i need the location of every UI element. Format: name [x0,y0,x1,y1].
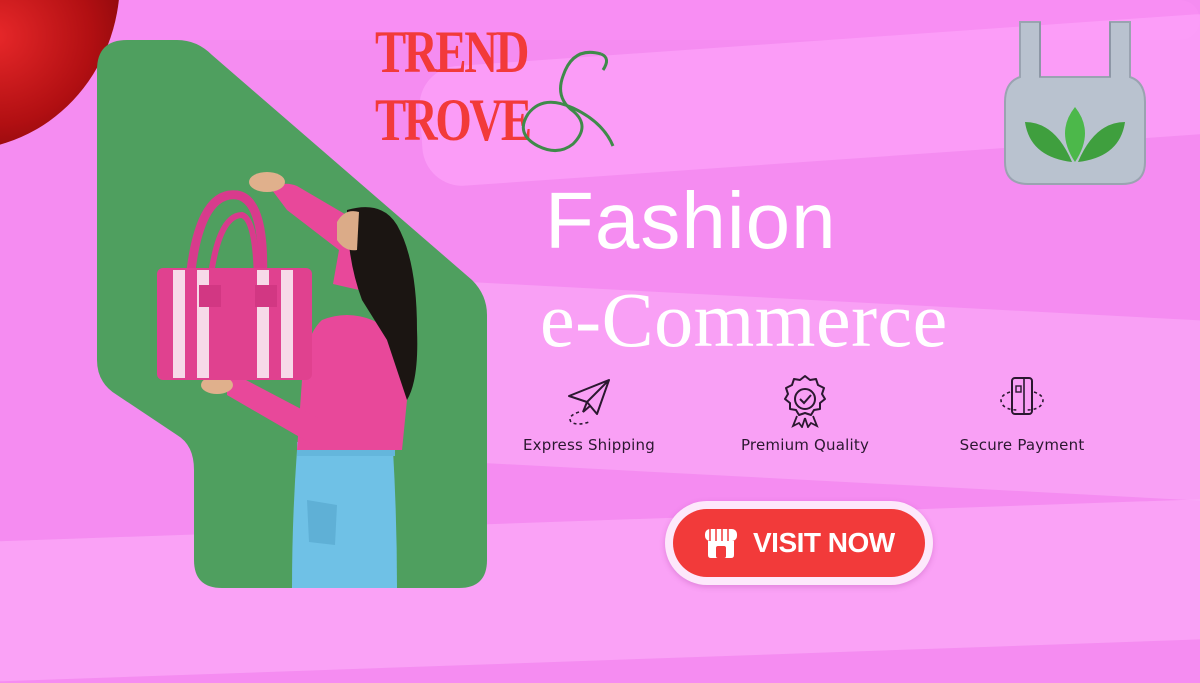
cta-outline: VISIT NOW [665,501,933,585]
card-rotate-icon [1000,377,1044,415]
feature-label: Secure Payment [959,436,1085,454]
headline-line2: e-Commerce [540,276,948,363]
feature-premium-quality: Premium Quality [715,372,895,454]
feature-express-shipping: Express Shipping [499,372,679,454]
quality-badge-icon [784,375,826,428]
feature-label: Premium Quality [740,436,870,454]
feature-label: Express Shipping [523,436,655,454]
paper-plane-icon [568,379,610,425]
storefront-icon [705,529,737,558]
headline-line1: Fashion [545,176,837,265]
cta-label: VISIT NOW [753,527,895,558]
eco-shopping-bag-icon [1004,21,1146,185]
visit-now-button[interactable]: VISIT NOW [673,509,925,577]
feature-secure-payment: Secure Payment [932,372,1112,454]
brand-logo: TREND TROVE [375,16,625,156]
ampersand-flourish [521,50,615,152]
